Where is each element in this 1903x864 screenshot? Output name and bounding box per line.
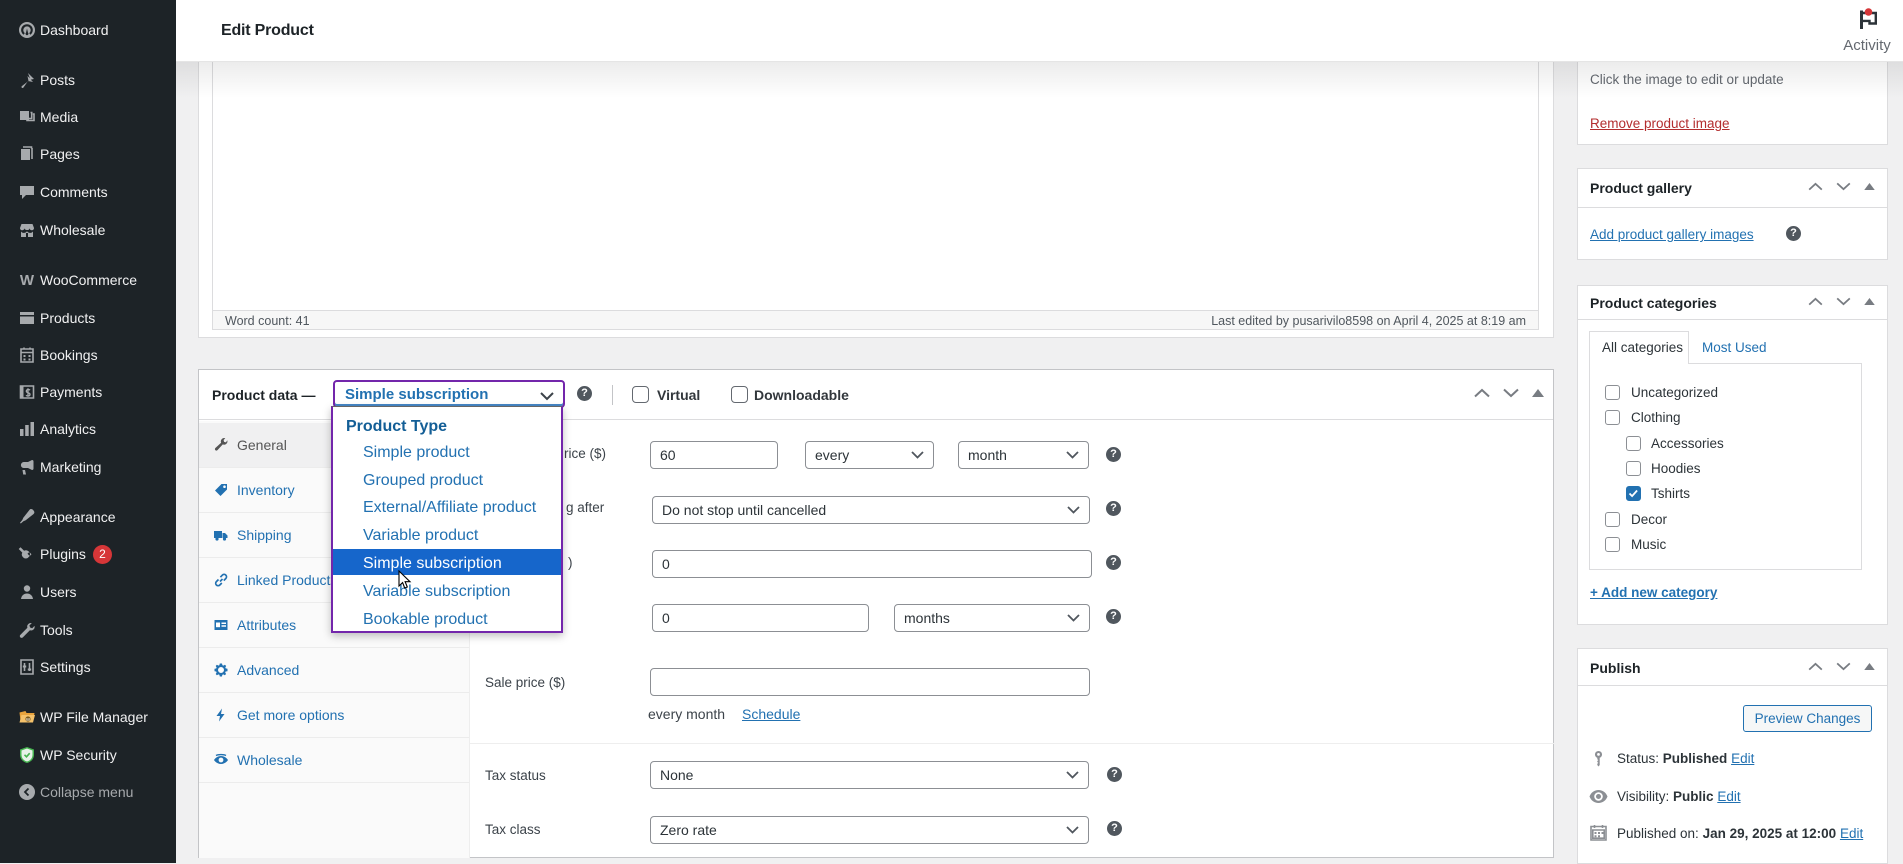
svg-text:W: W xyxy=(20,272,35,289)
